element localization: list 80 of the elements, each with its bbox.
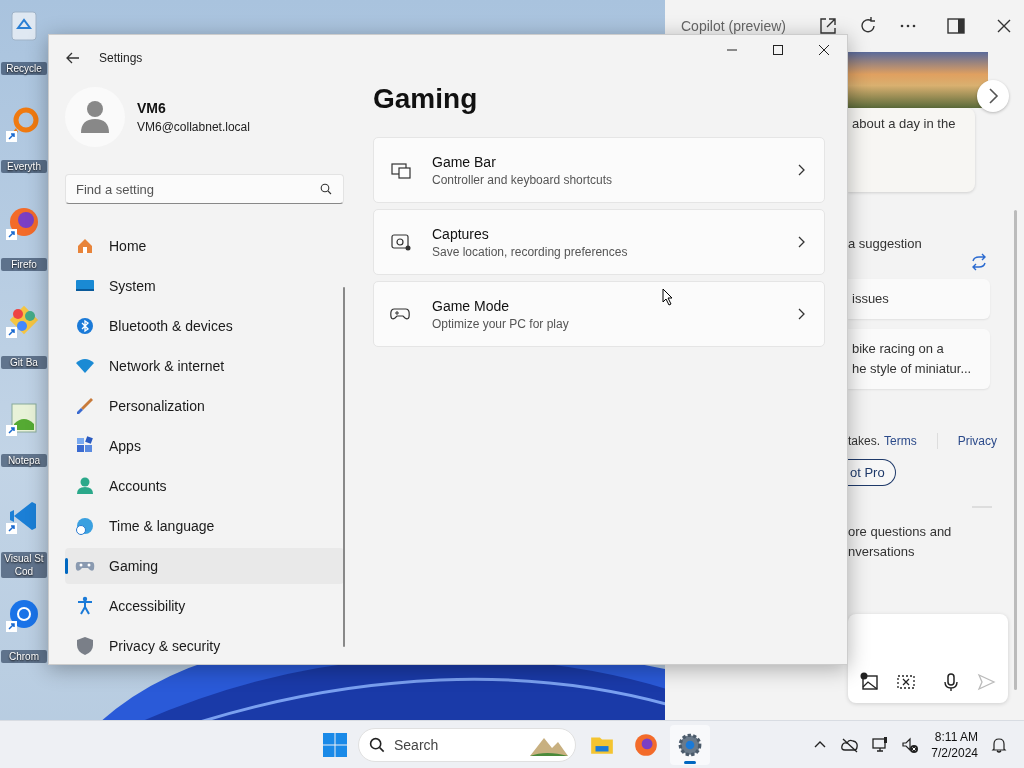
taskbar-search-field[interactable]: Search: [358, 727, 576, 762]
notification-bell-icon[interactable]: [990, 735, 1008, 754]
desktop-icon-label[interactable]: Everyth: [1, 160, 47, 173]
sidebar-toggle-icon[interactable]: [945, 15, 967, 37]
brush-icon: [75, 396, 95, 416]
home-icon: [75, 236, 95, 256]
refresh-arrows-icon[interactable]: [970, 253, 988, 271]
desktop-icon-label[interactable]: Firefo: [1, 258, 47, 271]
nav-item[interactable]: Network & internet: [65, 348, 344, 384]
nav-item[interactable]: Gaming: [65, 548, 344, 584]
mouse-cursor-icon: [662, 288, 674, 306]
search-icon: [369, 736, 385, 753]
desktop-icon-label[interactable]: Git Ba: [1, 356, 47, 369]
card-title: Captures: [432, 225, 490, 242]
card-title: Game Mode: [432, 297, 511, 314]
gamebar-icon: [390, 160, 412, 180]
desktop-icon-label[interactable]: Visual St Cod: [1, 552, 47, 578]
add-image-icon[interactable]: [860, 672, 880, 692]
clock[interactable]: 8:11 AM 7/2/2024: [931, 728, 978, 761]
panel-title: Copilot (preview): [681, 18, 788, 34]
time-icon: [75, 516, 95, 536]
nav-item[interactable]: Accessibility: [65, 588, 344, 624]
user-name: VM6: [137, 100, 167, 116]
nav-item[interactable]: Home: [65, 228, 344, 264]
terms-link[interactable]: Terms: [884, 434, 917, 448]
chevron-right-icon: [796, 236, 806, 248]
privacy-link[interactable]: Privacy: [957, 434, 998, 448]
chevron-right-icon: [796, 164, 806, 176]
user-email: VM6@collabnet.local: [137, 120, 250, 134]
screenshot-icon[interactable]: [896, 672, 916, 692]
chat-input-field[interactable]: [848, 614, 1008, 703]
disclaimer-text: takes.: [848, 434, 880, 448]
settings-app-icon: [677, 731, 703, 758]
maximize-icon[interactable]: [772, 44, 784, 56]
taskbar-app-button[interactable]: [670, 724, 710, 765]
accounts-icon: [75, 476, 95, 496]
network-icon[interactable]: [871, 735, 890, 754]
settings-search-field[interactable]: Find a setting: [65, 174, 344, 204]
search-icon[interactable]: [320, 183, 332, 195]
next-arrow-button[interactable]: [977, 80, 1009, 112]
upgrade-button[interactable]: ot Pro: [848, 459, 896, 486]
bluetooth-icon: [75, 316, 95, 336]
window-title: Settings: [99, 51, 144, 65]
card-subtitle: Optimize your PC for play: [432, 316, 570, 331]
captures-icon: [390, 232, 412, 252]
chevron-right-icon: [796, 308, 806, 320]
accessibility-icon: [75, 596, 95, 616]
nav-item[interactable]: Privacy & security: [65, 628, 344, 664]
microphone-icon[interactable]: [941, 672, 961, 692]
settings-card[interactable]: Game Mode Optimize your PC for play: [373, 281, 825, 347]
firefox-app-icon: [633, 731, 659, 758]
scrollbar[interactable]: [343, 287, 345, 647]
privacy-icon: [75, 636, 95, 656]
history-text: ore questions and nversations: [848, 523, 953, 561]
scrollbar[interactable]: [1014, 210, 1017, 690]
start-button[interactable]: [322, 731, 348, 758]
card-title: Game Bar: [432, 153, 497, 170]
settings-card[interactable]: Game Bar Controller and keyboard shortcuts: [373, 137, 825, 203]
desktop-icon-label[interactable]: Chrom: [1, 650, 47, 663]
close-icon[interactable]: [818, 44, 830, 56]
photo-placeholder[interactable]: [848, 52, 988, 108]
open-external-icon[interactable]: [817, 15, 839, 37]
page-title: Gaming: [373, 82, 479, 116]
nav-item[interactable]: Apps: [65, 428, 344, 464]
prompt-card[interactable]: about a day in the: [848, 108, 975, 192]
nav-item[interactable]: Time & language: [65, 508, 344, 544]
suggestion-card[interactable]: issues: [848, 279, 990, 319]
desktop-icon-label[interactable]: Recycle: [1, 62, 47, 75]
desktop-icon-label[interactable]: Notepa: [1, 454, 47, 467]
nav-item[interactable]: Bluetooth & devices: [65, 308, 344, 344]
volume-muted-icon[interactable]: [901, 735, 920, 754]
card-subtitle: Save location, recording preferences: [432, 244, 629, 259]
suggestion-heading: a suggestion: [848, 236, 923, 251]
nav-item[interactable]: Personalization: [65, 388, 344, 424]
suggestion-card[interactable]: bike racing on a he style of miniatur...: [848, 329, 990, 389]
settings-card[interactable]: Captures Save location, recording preferences: [373, 209, 825, 275]
card-subtitle: Controller and keyboard shortcuts: [432, 172, 614, 187]
nav-item[interactable]: System: [65, 268, 344, 304]
back-arrow-icon[interactable]: [65, 50, 81, 66]
nav-item[interactable]: Accounts: [65, 468, 344, 504]
